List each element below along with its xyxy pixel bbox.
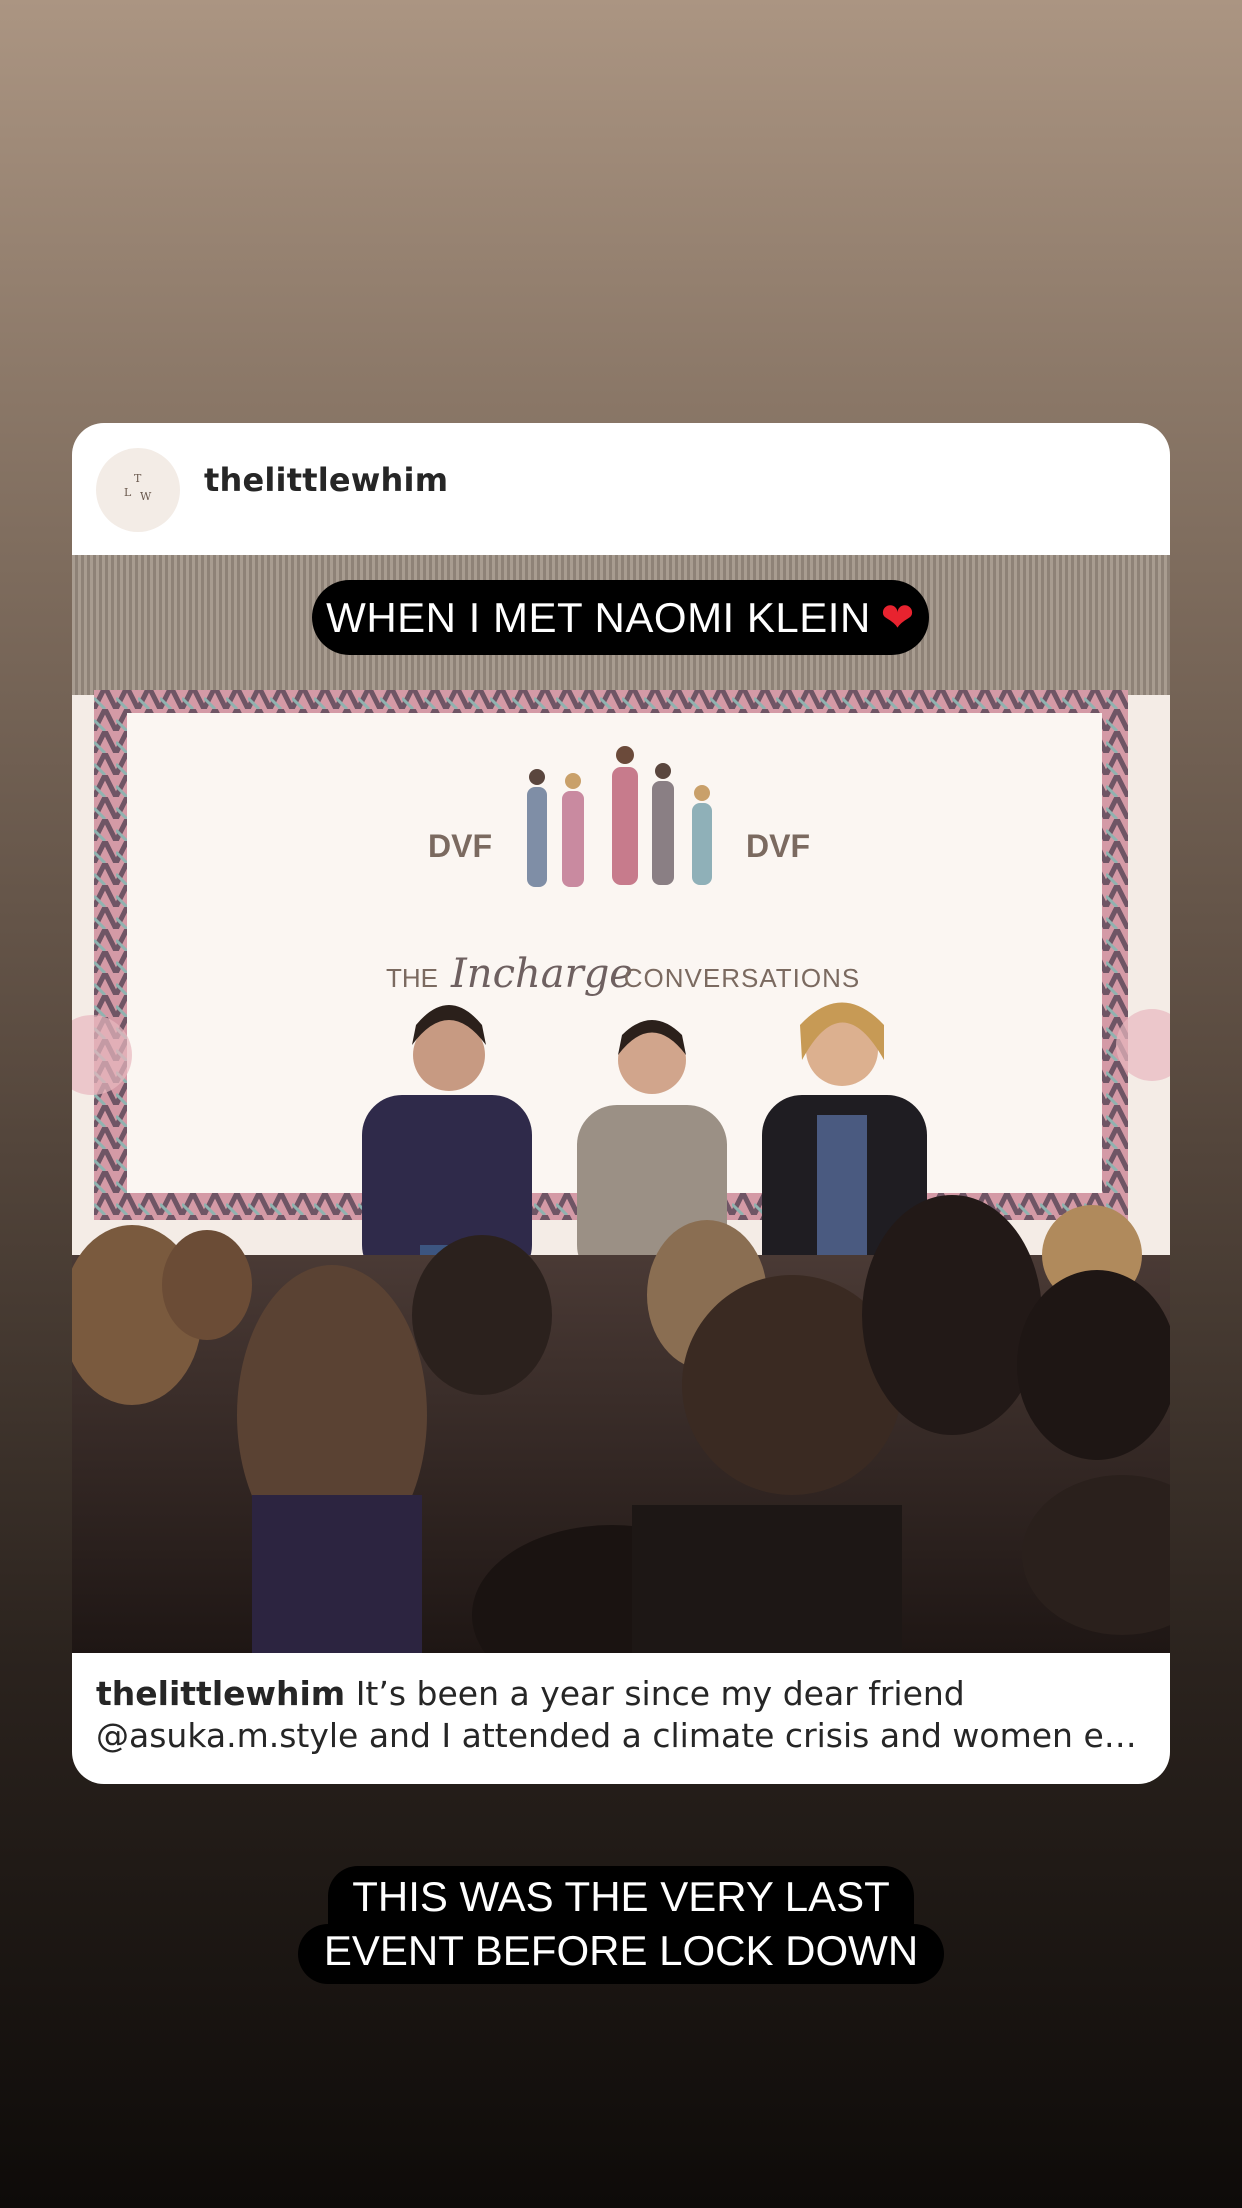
dvf-logo-right: DVF bbox=[746, 828, 810, 864]
text-sticker-bottom[interactable]: THIS WAS THE VERY LAST EVENT BEFORE LOCK… bbox=[0, 1866, 1242, 1984]
text-sticker-top[interactable]: WHEN I MET NAOMI KLEIN ❤ bbox=[312, 580, 929, 655]
sticker-bottom-line2: EVENT BEFORE LOCK DOWN bbox=[297, 1924, 945, 1984]
banner-script: Incharge bbox=[450, 951, 633, 997]
sticker-top-text: WHEN I MET NAOMI KLEIN bbox=[326, 593, 871, 641]
post-header: T L W thelittlewhim bbox=[72, 423, 1170, 555]
event-photo-illustration: DVF DVF THE Incharge CONVERSATIONS bbox=[72, 555, 1170, 1653]
avatar-letter-l: L bbox=[124, 486, 132, 499]
caption-text-line1: It’s been a year since my dear friend bbox=[355, 1674, 965, 1713]
avatar-monogram: T L W bbox=[118, 470, 158, 510]
avatar-letter-t: T bbox=[134, 472, 142, 485]
post-photo: DVF DVF THE Incharge CONVERSATIONS bbox=[72, 555, 1170, 1653]
caption-text-line2: @asuka.m.style and I attended a climate … bbox=[96, 1716, 1137, 1755]
sticker-bottom-line1: THIS WAS THE VERY LAST bbox=[328, 1866, 914, 1924]
caption-username[interactable]: thelittlewhim bbox=[96, 1674, 345, 1713]
avatar-letter-w: W bbox=[140, 490, 152, 503]
dvf-logo-left: DVF bbox=[428, 828, 492, 864]
audience bbox=[72, 1195, 1170, 1653]
avatar[interactable]: T L W bbox=[96, 448, 180, 532]
heart-icon: ❤ bbox=[880, 595, 915, 640]
banner-the: THE bbox=[386, 963, 438, 993]
post-username[interactable]: thelittlewhim bbox=[204, 461, 448, 499]
post-caption[interactable]: thelittlewhim It’s been a year since my … bbox=[96, 1673, 1146, 1757]
banner-conversations: CONVERSATIONS bbox=[624, 963, 860, 993]
